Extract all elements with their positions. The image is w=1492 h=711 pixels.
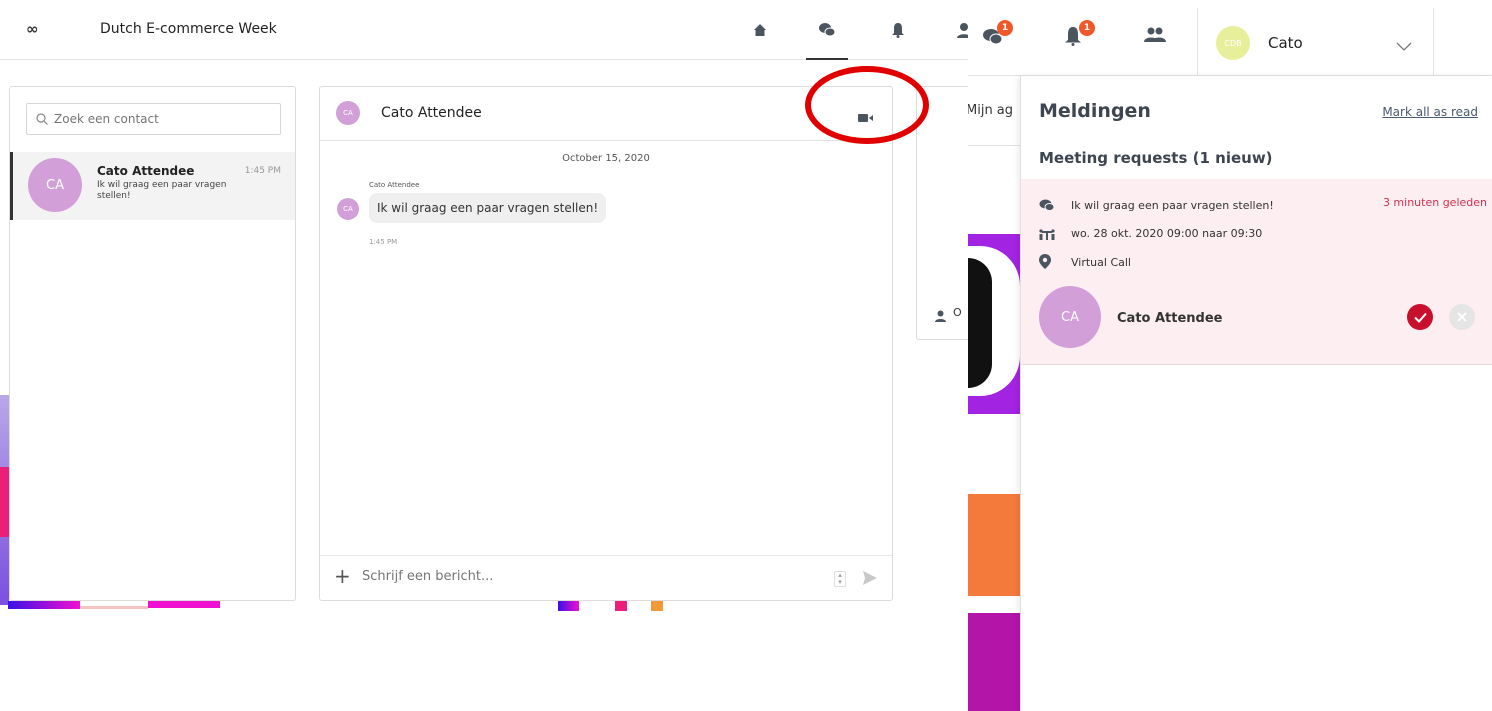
bg-decoration-bottom-magenta xyxy=(148,601,220,608)
send-icon[interactable] xyxy=(862,570,878,590)
message-time: 1:45 PM xyxy=(369,238,398,246)
bg-decoration-bottom-gradient xyxy=(8,601,80,609)
request-time-ago: 3 minuten geleden xyxy=(1382,196,1487,209)
check-icon xyxy=(1413,312,1427,323)
bg-image-fragment xyxy=(968,234,1020,414)
contact-avatar: CA xyxy=(28,158,82,212)
chat-initials: CA xyxy=(343,109,353,117)
bg-decoration-pink-block xyxy=(0,467,9,537)
bg-decoration-square-orange xyxy=(651,601,663,611)
contacts-panel: CA Cato Attendee 1:45 PM Ik wil graag ee… xyxy=(9,86,296,601)
side-card-user-icon xyxy=(935,307,946,326)
chevron-down-icon[interactable] xyxy=(1396,36,1412,55)
message-avatar: CA xyxy=(337,198,359,220)
contact-name: Cato Attendee xyxy=(97,164,195,178)
header-divider xyxy=(1197,8,1198,76)
meeting-request-card[interactable]: Ik wil graag een paar vragen stellen! 3 … xyxy=(1021,179,1492,365)
notifications-panel: Meldingen Mark all as read Meeting reque… xyxy=(1020,76,1492,711)
left-app-window: ∞ Dutch E-commerce Week Zoek een contact… xyxy=(0,0,968,711)
active-tab-indicator xyxy=(806,58,848,60)
bg-decoration-square-pink xyxy=(615,601,627,611)
requester-name: Cato Attendee xyxy=(1117,311,1223,326)
screenshot-composite: ∞ Dutch E-commerce Week Zoek een contact… xyxy=(0,0,1492,711)
header-divider xyxy=(1433,8,1434,76)
add-attachment-icon[interactable]: + xyxy=(334,565,351,587)
chat-panel: CA Cato Attendee October 15, 2020 Cato A… xyxy=(319,86,893,601)
bg-decoration-square-purple xyxy=(558,601,579,611)
chat-icon xyxy=(1039,197,1057,213)
search-box xyxy=(26,103,281,135)
right-app-window: Mijn ag 1 1 CDB Cato Meldingen Mark all … xyxy=(968,0,1492,711)
mark-all-read-link[interactable]: Mark all as read xyxy=(1382,105,1478,119)
top-nav-bar: ∞ Dutch E-commerce Week xyxy=(0,0,968,60)
contact-time: 1:45 PM xyxy=(244,166,281,176)
bell-icon[interactable]: 1 xyxy=(1064,20,1095,52)
requester-avatar: CA xyxy=(1039,286,1101,348)
user-name[interactable]: Cato xyxy=(1268,34,1303,52)
compose-bar: + ▴▾ xyxy=(320,555,892,601)
search-icon xyxy=(36,110,48,129)
event-title[interactable]: Dutch E-commerce Week xyxy=(100,21,277,37)
message-sender: Cato Attendee xyxy=(369,181,420,189)
people-icon[interactable] xyxy=(1144,26,1172,52)
right-top-bar: 1 1 CDB Cato xyxy=(968,0,1492,76)
side-card-label: O xyxy=(953,306,962,319)
bg-orange-block xyxy=(968,494,1020,596)
bg-divider xyxy=(968,145,1020,146)
chat-badge: 1 xyxy=(997,20,1013,36)
chat-icon[interactable] xyxy=(815,18,839,42)
meeting-table-icon xyxy=(1039,226,1057,242)
requester-initials: CA xyxy=(1061,309,1079,325)
request-location: Virtual Call xyxy=(1071,256,1131,269)
user-avatar[interactable]: CDB xyxy=(1216,26,1250,60)
message-input[interactable] xyxy=(362,569,802,584)
bell-icon[interactable] xyxy=(886,18,910,42)
bell-badge: 1 xyxy=(1079,20,1095,36)
home-icon[interactable] xyxy=(748,18,772,42)
location-pin-icon xyxy=(1039,254,1057,270)
logo[interactable]: ∞ xyxy=(26,20,38,38)
request-datetime: wo. 28 okt. 2020 09:00 naar 09:30 xyxy=(1071,227,1263,240)
contact-list-item[interactable]: CA Cato Attendee 1:45 PM Ik wil graag ee… xyxy=(10,152,295,220)
side-card: O xyxy=(916,86,968,340)
bg-decoration-bottom-line xyxy=(80,606,148,609)
chat-contact-name: Cato Attendee xyxy=(381,105,482,121)
decline-button[interactable] xyxy=(1449,304,1475,330)
search-input[interactable] xyxy=(54,112,264,126)
chat-avatar: CA xyxy=(336,101,360,125)
close-icon xyxy=(1457,312,1467,322)
message-avatar-initials: CA xyxy=(343,205,353,213)
user-initials: CDB xyxy=(1224,38,1242,48)
message-bubble: Ik wil graag een paar vragen stellen! xyxy=(369,193,607,223)
background-tab-label: Mijn ag xyxy=(968,103,1014,118)
resize-stepper-icon[interactable]: ▴ ▾ xyxy=(834,571,846,587)
contact-preview: Ik wil graag een paar vragen stellen! xyxy=(97,180,227,201)
date-separator: October 15, 2020 xyxy=(562,153,650,164)
highlight-annotation-circle xyxy=(805,66,929,144)
chat-icon[interactable]: 1 xyxy=(982,20,1013,52)
accept-button[interactable] xyxy=(1407,304,1433,330)
request-message: Ik wil graag een paar vragen stellen! xyxy=(1071,199,1274,212)
bg-purple-block xyxy=(968,613,1020,711)
meeting-requests-heading: Meeting requests (1 nieuw) xyxy=(1039,149,1273,167)
notifications-title: Meldingen xyxy=(1039,100,1151,122)
user-icon[interactable] xyxy=(952,18,968,42)
contact-initials: CA xyxy=(46,177,64,193)
